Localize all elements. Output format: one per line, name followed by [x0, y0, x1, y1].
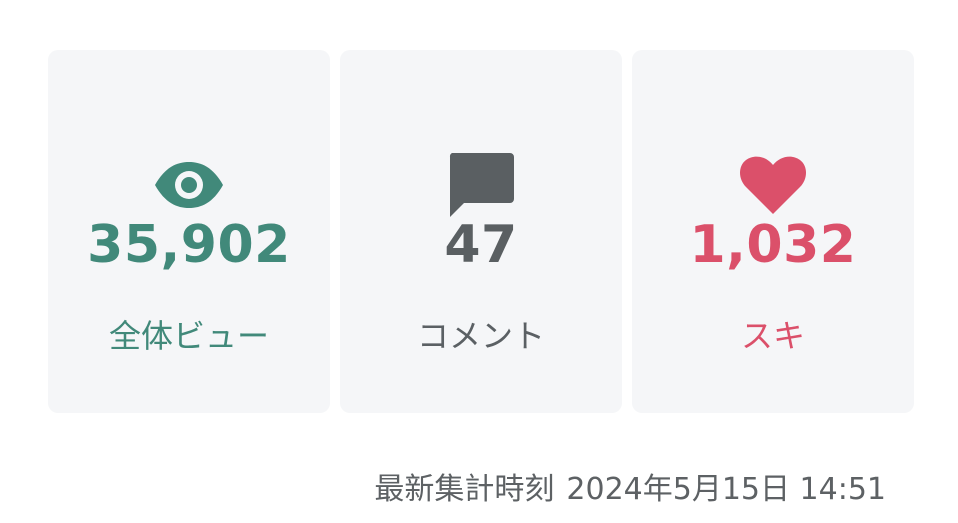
- views-card: 35,902 全体ビュー: [48, 50, 330, 413]
- comments-count: 47: [444, 215, 518, 275]
- likes-count: 1,032: [689, 215, 857, 275]
- stats-cards: 35,902 全体ビュー 47 コメント 1,032 スキ: [48, 50, 914, 413]
- likes-card: 1,032 スキ: [632, 50, 914, 413]
- comments-label: コメント: [416, 317, 545, 355]
- last-updated-label: 最新集計時刻: [374, 472, 555, 507]
- views-label: 全体ビュー: [108, 317, 269, 355]
- likes-label: スキ: [740, 317, 805, 355]
- comments-card: 47 コメント: [340, 50, 622, 413]
- views-count: 35,902: [87, 215, 291, 275]
- last-updated: 最新集計時刻 2024年5月15日 14:51: [374, 468, 886, 512]
- last-updated-time: 2024年5月15日 14:51: [566, 472, 886, 507]
